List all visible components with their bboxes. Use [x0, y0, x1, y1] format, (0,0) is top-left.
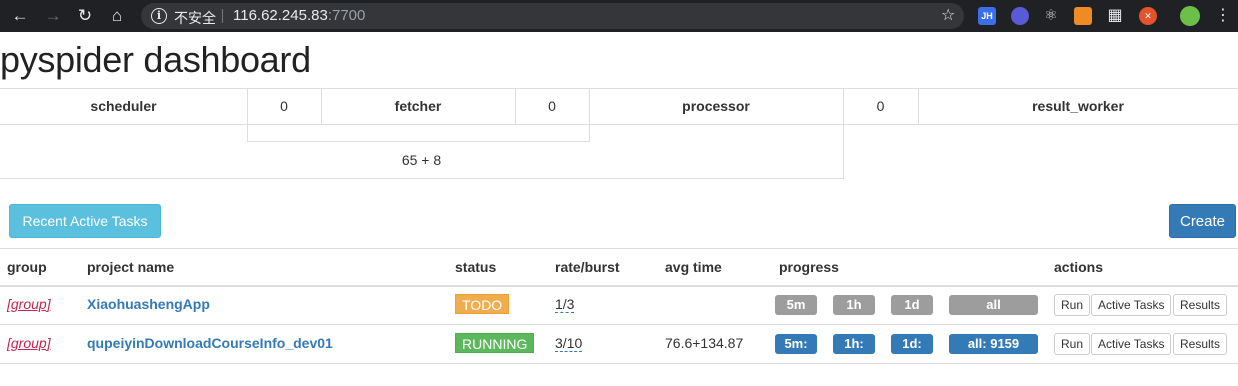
scheduler-value: 0 [280, 98, 288, 114]
home-icon[interactable]: ⌂ [105, 4, 129, 28]
divider [0, 124, 1238, 125]
address-bar[interactable]: i 不安全 116.62.245.83:7700 ☆ [141, 3, 964, 29]
status-badge[interactable]: TODO [455, 294, 510, 314]
avg-time: 76.6+134.87 [665, 335, 744, 351]
header-project-name: project name [87, 259, 175, 275]
rate-burst[interactable]: 3/10 [555, 335, 583, 352]
project-name-link[interactable]: qupeiyinDownloadCourseInfo_dev01 [87, 335, 333, 351]
progress-all[interactable]: all [949, 295, 1038, 315]
divider [0, 363, 1238, 364]
browser-toolbar: ← → ↻ ⌂ i 不安全 116.62.245.83:7700 ☆ JH ⚛ … [0, 0, 1238, 32]
reload-icon[interactable]: ↻ [73, 4, 97, 28]
fetcher-label: fetcher [394, 98, 442, 114]
header-group: group [7, 259, 47, 275]
profile-avatar[interactable] [1180, 6, 1200, 26]
group-link[interactable]: [group] [7, 296, 51, 312]
run-button[interactable]: Run [1054, 294, 1091, 316]
back-icon[interactable]: ← [8, 4, 32, 28]
progress-1h[interactable]: 1h [833, 295, 875, 315]
status-badge[interactable]: RUNNING [455, 333, 535, 353]
create-project-button[interactable]: Create [1169, 204, 1236, 238]
security-label: 不安全 [174, 10, 216, 26]
qr-extension-icon[interactable]: ▦ [1106, 7, 1124, 25]
header-actions: actions [1054, 259, 1104, 275]
divider [222, 9, 223, 23]
rate-burst-value[interactable]: 3/10 [555, 335, 583, 352]
header-status: status [455, 259, 497, 275]
red-extension-icon[interactable]: ✕ [1139, 7, 1157, 25]
active-tasks-button[interactable]: Active Tasks [1091, 333, 1172, 355]
page-title: pyspider dashboard [0, 39, 311, 80]
results-button[interactable]: Results [1173, 333, 1228, 355]
divider [0, 248, 1238, 249]
recent-active-tasks-button[interactable]: Recent Active Tasks [9, 204, 161, 238]
header-avg-time: avg time [665, 259, 722, 275]
active-tasks-button[interactable]: Active Tasks [1091, 294, 1172, 316]
fetcher-value: 0 [548, 98, 556, 114]
url-port: :7700 [327, 7, 366, 24]
result-worker-label: result_worker [1032, 98, 1124, 114]
table-row: [group] qupeiyinDownloadCourseInfo_dev01… [0, 325, 1238, 363]
project-name-link[interactable]: XiaohuashengApp [87, 296, 210, 312]
progress-5m[interactable]: 5m [775, 295, 817, 315]
url-text[interactable]: 116.62.245.83:7700 [233, 7, 365, 24]
bookmark-star-icon[interactable]: ☆ [941, 5, 955, 25]
rate-burst[interactable]: 1/3 [555, 296, 575, 313]
header-progress: progress [779, 259, 839, 275]
scheduler-label: scheduler [90, 98, 157, 114]
orange-extension-icon[interactable] [1074, 7, 1092, 25]
progress-1h[interactable]: 1h: [833, 334, 875, 354]
progress-5m[interactable]: 5m: [775, 334, 817, 354]
processor-value: 0 [876, 98, 885, 114]
group-link[interactable]: [group] [7, 335, 51, 351]
menu-icon[interactable]: ⋮ [1211, 4, 1235, 28]
divider [0, 178, 844, 179]
info-icon[interactable]: i [151, 8, 167, 24]
queue-stats-table: scheduler 0 fetcher 0 processor 0 result… [0, 88, 1238, 179]
progress-1d[interactable]: 1d [891, 295, 933, 315]
processor-label: processor [682, 98, 750, 114]
results-button[interactable]: Results [1173, 294, 1228, 316]
url-host: 116.62.245.83 [233, 7, 328, 24]
queue-size: 65 + 8 [401, 152, 442, 168]
forward-icon[interactable]: → [41, 4, 65, 28]
progress-1d[interactable]: 1d: [891, 334, 933, 354]
jh-extension-icon[interactable]: JH [978, 7, 996, 25]
header-rate-burst: rate/burst [555, 259, 620, 275]
vpn-extension-icon[interactable] [1011, 7, 1029, 25]
react-extension-icon[interactable]: ⚛ [1042, 7, 1060, 25]
progress-all[interactable]: all: 9159 [949, 334, 1038, 354]
table-row: [group] XiaohuashengApp TODO 1/3 5m 1h 1… [0, 287, 1238, 324]
run-button[interactable]: Run [1054, 333, 1091, 355]
rate-burst-value[interactable]: 1/3 [555, 296, 575, 313]
